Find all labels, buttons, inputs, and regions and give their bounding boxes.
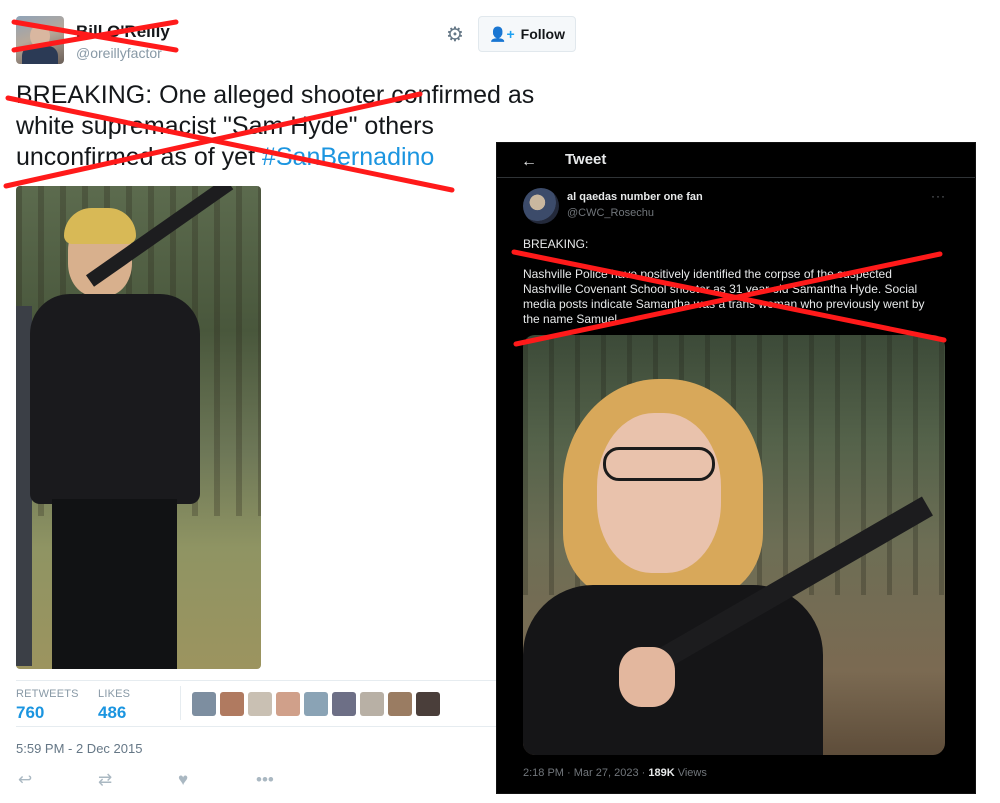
action-bar: ↩ ⇄ ♥ ••• [16, 770, 286, 794]
tweet-text: BREAKING: Nashville Police have positive… [523, 237, 943, 327]
author-handle[interactable]: @oreillyfactor [76, 45, 162, 61]
hashtag-link[interactable]: #SanBernadino [262, 143, 434, 171]
liker-avatar[interactable] [360, 692, 384, 716]
liker-avatar[interactable] [220, 692, 244, 716]
tweet-text: BREAKING: One alleged shooter confirmed … [16, 80, 556, 173]
tweet-body: Nashville Police have positively identif… [523, 267, 925, 326]
photo-glasses [603, 447, 715, 481]
gear-icon[interactable]: ⚙ [444, 24, 466, 46]
liker-avatars [192, 692, 440, 716]
tweet-photo[interactable] [16, 186, 261, 669]
photo-pants [52, 499, 177, 669]
avatar-suit [22, 46, 58, 64]
author-avatar[interactable] [523, 188, 559, 224]
tweet-meta: 2:18 PM · Mar 27, 2023 · 189K Views [523, 767, 707, 779]
avatar-face [30, 24, 50, 48]
tweet-timestamp[interactable]: 5:59 PM - 2 Dec 2015 [16, 741, 142, 756]
photo-shirt [30, 294, 200, 504]
liker-avatar[interactable] [332, 692, 356, 716]
author-avatar[interactable] [16, 16, 64, 64]
page-title: Tweet [565, 151, 607, 168]
photo-hair [64, 208, 136, 244]
retweets-count[interactable]: 760 [16, 703, 44, 723]
tweet-photo[interactable] [523, 335, 945, 755]
divider [497, 177, 975, 178]
divider [16, 726, 496, 727]
stats-separator [180, 686, 181, 720]
new-tweet: ← Tweet al qaedas number one fan @CWC_Ro… [496, 142, 976, 794]
liker-avatar[interactable] [416, 692, 440, 716]
like-icon[interactable]: ♥ [178, 770, 188, 790]
more-icon[interactable]: ••• [256, 770, 274, 790]
liker-avatar[interactable] [192, 692, 216, 716]
photo-subject [30, 186, 234, 669]
more-icon[interactable]: ··· [931, 189, 946, 203]
author-name[interactable]: al qaedas number one fan [567, 191, 703, 203]
views-count: 189K [648, 767, 675, 779]
photo-face [597, 413, 721, 573]
add-user-icon: 👤+ [489, 25, 515, 42]
reply-icon[interactable]: ↩ [18, 770, 32, 790]
author-handle[interactable]: @CWC_Rosechu [567, 207, 654, 219]
liker-avatar[interactable] [248, 692, 272, 716]
liker-avatar[interactable] [304, 692, 328, 716]
tweet-headline: BREAKING: [523, 237, 589, 251]
likes-count[interactable]: 486 [98, 703, 126, 723]
likes-label: LIKES [98, 688, 131, 700]
views-label: Views [674, 767, 707, 779]
back-arrow-icon[interactable]: ← [521, 153, 537, 171]
liker-avatar[interactable] [276, 692, 300, 716]
follow-label: Follow [520, 26, 565, 42]
divider [16, 680, 496, 681]
retweet-icon[interactable]: ⇄ [98, 770, 112, 790]
old-tweet: Bill O'Reilly @oreillyfactor ⚙ 👤+ Follow… [0, 0, 576, 803]
author-name[interactable]: Bill O'Reilly [76, 22, 170, 42]
tweet-timestamp[interactable]: 2:18 PM · Mar 27, 2023 · [523, 767, 648, 779]
text-gap [523, 252, 943, 267]
retweets-label: RETWEETS [16, 688, 79, 700]
photo-hand [619, 647, 675, 707]
liker-avatar[interactable] [388, 692, 412, 716]
follow-button[interactable]: 👤+ Follow [478, 16, 576, 52]
